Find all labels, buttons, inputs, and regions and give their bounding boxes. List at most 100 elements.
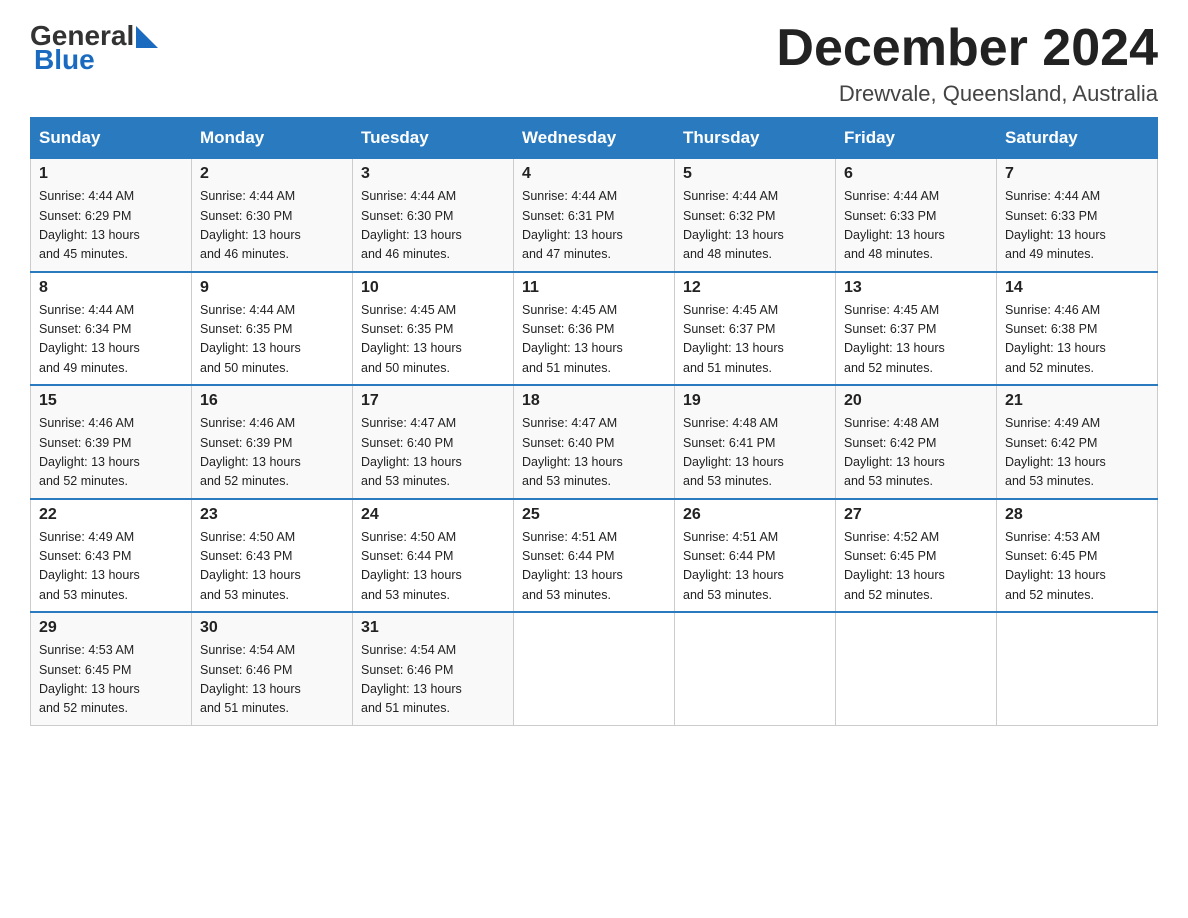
day-number: 28 bbox=[1005, 506, 1149, 524]
day-info: Sunrise: 4:45 AMSunset: 6:37 PMDaylight:… bbox=[683, 301, 827, 379]
calendar-table: SundayMondayTuesdayWednesdayThursdayFrid… bbox=[30, 117, 1158, 726]
day-info: Sunrise: 4:48 AMSunset: 6:41 PMDaylight:… bbox=[683, 414, 827, 492]
calendar-cell: 12 Sunrise: 4:45 AMSunset: 6:37 PMDayligh… bbox=[675, 272, 836, 386]
day-number: 18 bbox=[522, 392, 666, 410]
calendar-cell: 3Sunrise: 4:44 AMSunset: 6:30 PMDaylight… bbox=[353, 159, 514, 272]
day-number: 31 bbox=[361, 619, 505, 637]
day-number: 11 bbox=[522, 279, 666, 297]
weekday-header-thursday: Thursday bbox=[675, 118, 836, 159]
day-number: 23 bbox=[200, 506, 344, 524]
day-info: Sunrise: 4:44 AMSunset: 6:33 PMDaylight:… bbox=[1005, 187, 1149, 265]
month-title: December 2024 bbox=[776, 20, 1158, 77]
day-number: 10 bbox=[361, 279, 505, 297]
day-number: 29 bbox=[39, 619, 183, 637]
day-info: Sunrise: 4:47 AMSunset: 6:40 PMDaylight:… bbox=[522, 414, 666, 492]
day-info: Sunrise: 4:46 AMSunset: 6:39 PMDaylight:… bbox=[200, 414, 344, 492]
day-number: 25 bbox=[522, 506, 666, 524]
calendar-cell: 2Sunrise: 4:44 AMSunset: 6:30 PMDaylight… bbox=[192, 159, 353, 272]
week-row-4: 22 Sunrise: 4:49 AMSunset: 6:43 PMDayligh… bbox=[31, 499, 1158, 613]
day-number: 26 bbox=[683, 506, 827, 524]
calendar-cell: 9 Sunrise: 4:44 AMSunset: 6:35 PMDaylight… bbox=[192, 272, 353, 386]
day-number: 27 bbox=[844, 506, 988, 524]
calendar-cell: 17 Sunrise: 4:47 AMSunset: 6:40 PMDayligh… bbox=[353, 385, 514, 499]
day-number: 30 bbox=[200, 619, 344, 637]
calendar-cell: 5Sunrise: 4:44 AMSunset: 6:32 PMDaylight… bbox=[675, 159, 836, 272]
week-row-1: 1 Sunrise: 4:44 AMSunset: 6:29 PMDaylight… bbox=[31, 159, 1158, 272]
day-info: Sunrise: 4:54 AMSunset: 6:46 PMDaylight:… bbox=[200, 641, 344, 719]
calendar-cell: 13 Sunrise: 4:45 AMSunset: 6:37 PMDayligh… bbox=[836, 272, 997, 386]
week-row-2: 8Sunrise: 4:44 AMSunset: 6:34 PMDaylight… bbox=[31, 272, 1158, 386]
calendar-cell: 18 Sunrise: 4:47 AMSunset: 6:40 PMDayligh… bbox=[514, 385, 675, 499]
day-info: Sunrise: 4:53 AMSunset: 6:45 PMDaylight:… bbox=[39, 641, 183, 719]
calendar-cell: 27Sunrise: 4:52 AMSunset: 6:45 PMDayligh… bbox=[836, 499, 997, 613]
calendar-cell: 29 Sunrise: 4:53 AMSunset: 6:45 PMDayligh… bbox=[31, 612, 192, 725]
calendar-cell: 21Sunrise: 4:49 AMSunset: 6:42 PMDayligh… bbox=[997, 385, 1158, 499]
day-info: Sunrise: 4:47 AMSunset: 6:40 PMDaylight:… bbox=[361, 414, 505, 492]
calendar-cell: 25 Sunrise: 4:51 AMSunset: 6:44 PMDayligh… bbox=[514, 499, 675, 613]
calendar-cell bbox=[836, 612, 997, 725]
calendar-cell: 14Sunrise: 4:46 AMSunset: 6:38 PMDayligh… bbox=[997, 272, 1158, 386]
calendar-cell: 30 Sunrise: 4:54 AMSunset: 6:46 PMDayligh… bbox=[192, 612, 353, 725]
day-info: Sunrise: 4:50 AMSunset: 6:44 PMDaylight:… bbox=[361, 528, 505, 606]
weekday-header-wednesday: Wednesday bbox=[514, 118, 675, 159]
day-number: 13 bbox=[844, 279, 988, 297]
weekday-header-monday: Monday bbox=[192, 118, 353, 159]
week-row-5: 29 Sunrise: 4:53 AMSunset: 6:45 PMDayligh… bbox=[31, 612, 1158, 725]
day-info: Sunrise: 4:44 AMSunset: 6:34 PMDaylight:… bbox=[39, 301, 183, 379]
day-info: Sunrise: 4:46 AMSunset: 6:39 PMDaylight:… bbox=[39, 414, 183, 492]
day-number: 9 bbox=[200, 279, 344, 297]
weekday-header-tuesday: Tuesday bbox=[353, 118, 514, 159]
calendar-cell: 4Sunrise: 4:44 AMSunset: 6:31 PMDaylight… bbox=[514, 159, 675, 272]
day-number: 4 bbox=[522, 165, 666, 183]
logo-blue-text: Blue bbox=[34, 44, 95, 76]
day-info: Sunrise: 4:51 AMSunset: 6:44 PMDaylight:… bbox=[683, 528, 827, 606]
day-info: Sunrise: 4:48 AMSunset: 6:42 PMDaylight:… bbox=[844, 414, 988, 492]
day-info: Sunrise: 4:44 AMSunset: 6:35 PMDaylight:… bbox=[200, 301, 344, 379]
calendar-cell: 15Sunrise: 4:46 AMSunset: 6:39 PMDayligh… bbox=[31, 385, 192, 499]
weekday-header-row: SundayMondayTuesdayWednesdayThursdayFrid… bbox=[31, 118, 1158, 159]
day-info: Sunrise: 4:44 AMSunset: 6:33 PMDaylight:… bbox=[844, 187, 988, 265]
calendar-cell: 10 Sunrise: 4:45 AMSunset: 6:35 PMDayligh… bbox=[353, 272, 514, 386]
calendar-cell: 16Sunrise: 4:46 AMSunset: 6:39 PMDayligh… bbox=[192, 385, 353, 499]
day-number: 17 bbox=[361, 392, 505, 410]
logo-triangle-icon bbox=[136, 26, 158, 48]
calendar-cell: 6 Sunrise: 4:44 AMSunset: 6:33 PMDaylight… bbox=[836, 159, 997, 272]
calendar-cell: 11 Sunrise: 4:45 AMSunset: 6:36 PMDayligh… bbox=[514, 272, 675, 386]
day-info: Sunrise: 4:49 AMSunset: 6:43 PMDaylight:… bbox=[39, 528, 183, 606]
calendar-cell: 7 Sunrise: 4:44 AMSunset: 6:33 PMDaylight… bbox=[997, 159, 1158, 272]
day-info: Sunrise: 4:54 AMSunset: 6:46 PMDaylight:… bbox=[361, 641, 505, 719]
calendar-cell: 23 Sunrise: 4:50 AMSunset: 6:43 PMDayligh… bbox=[192, 499, 353, 613]
day-info: Sunrise: 4:45 AMSunset: 6:36 PMDaylight:… bbox=[522, 301, 666, 379]
day-info: Sunrise: 4:50 AMSunset: 6:43 PMDaylight:… bbox=[200, 528, 344, 606]
day-number: 1 bbox=[39, 165, 183, 183]
day-info: Sunrise: 4:46 AMSunset: 6:38 PMDaylight:… bbox=[1005, 301, 1149, 379]
day-number: 21 bbox=[1005, 392, 1149, 410]
day-number: 22 bbox=[39, 506, 183, 524]
day-number: 5 bbox=[683, 165, 827, 183]
calendar-cell: 24 Sunrise: 4:50 AMSunset: 6:44 PMDayligh… bbox=[353, 499, 514, 613]
calendar-cell bbox=[675, 612, 836, 725]
day-number: 3 bbox=[361, 165, 505, 183]
calendar-cell: 8Sunrise: 4:44 AMSunset: 6:34 PMDaylight… bbox=[31, 272, 192, 386]
calendar-cell: 22 Sunrise: 4:49 AMSunset: 6:43 PMDayligh… bbox=[31, 499, 192, 613]
day-number: 7 bbox=[1005, 165, 1149, 183]
day-info: Sunrise: 4:51 AMSunset: 6:44 PMDaylight:… bbox=[522, 528, 666, 606]
day-info: Sunrise: 4:45 AMSunset: 6:37 PMDaylight:… bbox=[844, 301, 988, 379]
weekday-header-friday: Friday bbox=[836, 118, 997, 159]
calendar-cell bbox=[997, 612, 1158, 725]
day-info: Sunrise: 4:44 AMSunset: 6:29 PMDaylight:… bbox=[39, 187, 183, 265]
day-number: 24 bbox=[361, 506, 505, 524]
day-number: 6 bbox=[844, 165, 988, 183]
calendar-cell: 1 Sunrise: 4:44 AMSunset: 6:29 PMDaylight… bbox=[31, 159, 192, 272]
calendar-cell bbox=[514, 612, 675, 725]
calendar-cell: 26 Sunrise: 4:51 AMSunset: 6:44 PMDayligh… bbox=[675, 499, 836, 613]
day-info: Sunrise: 4:45 AMSunset: 6:35 PMDaylight:… bbox=[361, 301, 505, 379]
calendar-cell: 19Sunrise: 4:48 AMSunset: 6:41 PMDayligh… bbox=[675, 385, 836, 499]
weekday-header-saturday: Saturday bbox=[997, 118, 1158, 159]
page-header: General Blue December 2024 Drewvale, Que… bbox=[30, 20, 1158, 107]
day-number: 12 bbox=[683, 279, 827, 297]
week-row-3: 15Sunrise: 4:46 AMSunset: 6:39 PMDayligh… bbox=[31, 385, 1158, 499]
day-info: Sunrise: 4:53 AMSunset: 6:45 PMDaylight:… bbox=[1005, 528, 1149, 606]
title-block: December 2024 Drewvale, Queensland, Aust… bbox=[776, 20, 1158, 107]
location-title: Drewvale, Queensland, Australia bbox=[776, 81, 1158, 107]
